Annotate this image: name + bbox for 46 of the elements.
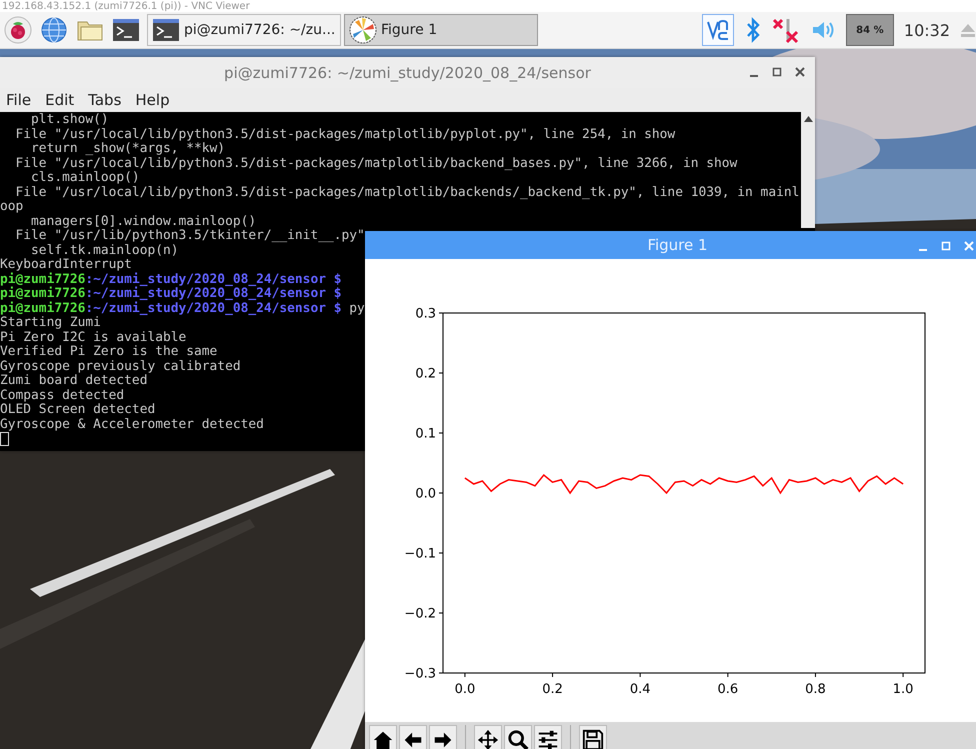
- terminal-line: File "/usr/local/lib/python3.5/dist-packages/matplotlib/backends/_backend_tk.py", line 1039, in mainl: [14, 186, 800, 200]
- clock[interactable]: 10:32: [904, 20, 950, 40]
- y-tick-label: 0.2: [415, 366, 436, 382]
- prompt-line: pi@zumi7726:~/zumi_study/2020_08_24/sensor $: [0, 287, 342, 302]
- terminal-line: cls.mainloop(): [30, 171, 140, 186]
- terminal-line: managers[0].window.mainloop(): [30, 214, 256, 229]
- x-tick-label: 0.4: [630, 682, 651, 698]
- terminal-line: File "/usr/lib/python3.5/tkinter/__init__.py": [14, 229, 365, 244]
- y-tick-label: 0.0: [415, 486, 436, 502]
- window-title: Figure 1: [647, 236, 708, 254]
- window-title: 192.168.43.152.1 (zumi7726.1 (pi)) - VNC Viewer: [1, 1, 250, 12]
- menu-item[interactable]: Help: [135, 91, 170, 109]
- y-tick-label: 0.3: [415, 306, 436, 322]
- terminal-line: Gyroscope & Accelerometer detected: [0, 418, 264, 432]
- terminal-line: Zumi board detected: [0, 374, 148, 388]
- x-tick-label: 0.6: [717, 682, 738, 698]
- menu-item[interactable]: File: [6, 91, 32, 109]
- terminal-line: oop: [0, 200, 24, 214]
- terminal-line: Verified Pi Zero is the same: [0, 345, 218, 360]
- cpu-reading: 84 %: [856, 24, 884, 36]
- terminal-line: return _show(*args, **kw): [30, 142, 226, 156]
- y-tick-label: −0.3: [404, 666, 436, 682]
- y-tick-label: 0.1: [415, 426, 436, 442]
- terminal-line: Compass detected: [0, 388, 124, 403]
- prompt-line: pi@zumi7726:~/zumi_study/2020_08_24/sensor $: [0, 272, 342, 286]
- terminal-line: KeyboardInterrupt: [0, 258, 132, 272]
- window-title: pi@zumi7726: ~/zumi_study/2020_08_24/sensor: [224, 64, 591, 82]
- y-tick-label: −0.2: [404, 606, 436, 622]
- x-tick-label: 0.2: [542, 682, 563, 698]
- menu-item[interactable]: Edit: [45, 91, 74, 109]
- menu-item[interactable]: Tabs: [88, 91, 122, 109]
- y-tick-label: −0.1: [404, 546, 436, 562]
- prompt-line: pi@zumi7726:~/zumi_study/2020_08_24/sensor $ py: [0, 302, 365, 316]
- terminal-line: Starting Zumi: [0, 316, 101, 330]
- x-tick-label: 1.0: [892, 682, 914, 698]
- terminal-line: self.tk.mainloop(n): [30, 244, 178, 258]
- terminal-line: Pi Zero I2C is available: [0, 330, 186, 345]
- x-tick-label: 0.8: [805, 682, 826, 698]
- terminal-line: File "/usr/local/lib/python3.5/dist-packages/matplotlib/pyplot.py", line 254, in show: [14, 128, 676, 142]
- taskbar-task[interactable]: pi@zumi7726: ~/zu...: [147, 14, 341, 46]
- terminal-line: File "/usr/local/lib/python3.5/dist-packages/matplotlib/backend_bases.py", line 3266, in show: [14, 156, 738, 171]
- terminal-line: OLED Screen detected: [0, 403, 156, 418]
- taskbar-task[interactable]: Figure 1: [344, 14, 538, 46]
- terminal-line: Gyroscope previously calibrated: [0, 360, 241, 374]
- x-tick-label: 0.0: [454, 682, 476, 698]
- terminal-line: plt.show(): [30, 113, 109, 128]
